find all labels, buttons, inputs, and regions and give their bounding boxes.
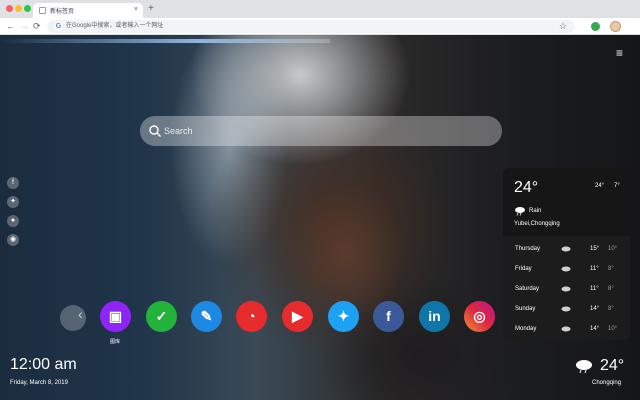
back-button[interactable]: ← (6, 20, 15, 32)
weather-current: 24° 24° 7° Rain Yubei,Chongqing (503, 168, 630, 236)
forecast-low: 8° (608, 286, 614, 292)
tab-title: 新标签页 (50, 9, 75, 15)
extension-icon[interactable] (591, 22, 600, 31)
chevron-left-icon[interactable]: ‹ (78, 305, 83, 323)
app-shortcut-game[interactable]: ◔ (236, 301, 267, 332)
app-shortcut-linkedin[interactable]: in (419, 301, 450, 332)
forecast-high: 11° (590, 286, 599, 292)
address-bar-placeholder: 在Google中搜索，或者输入一个网址 (66, 23, 164, 29)
bottom-weather-temperature: 24° (600, 357, 625, 374)
search-input[interactable] (164, 124, 484, 138)
weather-high: 24° (595, 183, 605, 189)
reload-button[interactable]: ⟳ (33, 20, 41, 32)
tab-new-tab[interactable]: 新标签页 × (33, 3, 143, 18)
weather-location: Yubei,Chongqing (514, 221, 560, 227)
checkmark-icon: ✓ (155, 308, 168, 324)
rain-cloud-icon (561, 306, 571, 312)
weather-widget[interactable]: 24° 24° 7° Rain Yubei,Chongqing Thursday… (503, 168, 630, 340)
profile-avatar[interactable] (610, 21, 621, 32)
rain-cloud-icon (561, 286, 571, 292)
tab-bar: 新标签页 × + (0, 0, 640, 18)
app-shortcut-youtube[interactable]: ▶ (282, 301, 313, 332)
forecast-day: Sunday (515, 306, 536, 312)
hamburger-menu-icon[interactable]: ≡ (616, 47, 623, 59)
new-tab-button[interactable]: + (148, 3, 154, 15)
weather-low: 7° (614, 183, 620, 189)
twitter-icon[interactable]: ✦ (7, 196, 19, 208)
search-bar[interactable] (140, 116, 502, 146)
forecast-day: Friday (515, 266, 532, 272)
new-tab-page: ≡ f ✦ ● ◉ ‹ ▣ 图库 ✓ ✎ ◔ ▶ ✦ f in ◎ › 24° … (0, 35, 640, 400)
rain-cloud-icon (515, 207, 525, 216)
forecast-low: 8° (608, 266, 614, 272)
rain-cloud-icon (561, 246, 571, 252)
app-shortcut-notes[interactable]: ✎ (191, 301, 222, 332)
forecast-low: 10° (608, 246, 618, 252)
gallery-icon: ▣ (108, 308, 123, 324)
background-light-flare (0, 39, 330, 43)
game-icon: ◔ (247, 308, 256, 324)
app-shortcut-tasks[interactable]: ✓ (146, 301, 177, 332)
tab-close-icon[interactable]: × (134, 5, 138, 15)
twitter-bird-icon: ✦ (337, 308, 350, 324)
maximize-window-button[interactable] (24, 5, 31, 12)
rain-cloud-icon (576, 360, 592, 373)
youtube-icon: ▶ (292, 308, 303, 324)
forecast-high: 14° (590, 326, 600, 332)
app-shortcut-gallery[interactable]: ▣ (100, 301, 131, 332)
notes-icon: ✎ (200, 308, 213, 324)
facebook-icon[interactable]: f (7, 177, 19, 189)
google-icon[interactable]: ● (7, 215, 19, 227)
linkedin-icon: in (428, 308, 441, 324)
instagram-icon: ◎ (473, 308, 486, 324)
search-icon[interactable] (148, 124, 162, 138)
app-shortcut-facebook[interactable]: f (373, 301, 404, 332)
weather-temperature: 24° (514, 179, 539, 196)
address-bar[interactable]: G 在Google中搜索，或者输入一个网址 ☆ (47, 20, 575, 33)
weather-condition: Rain (529, 208, 542, 214)
google-icon: G (54, 22, 63, 31)
rain-cloud-icon (561, 326, 571, 332)
reddit-icon[interactable]: ◉ (7, 234, 19, 246)
forward-button[interactable]: → (20, 20, 29, 32)
browser-toolbar: ← → ⟳ G 在Google中搜索，或者输入一个网址 ☆ ⋮ (0, 18, 640, 49)
forecast-day: Monday (515, 326, 537, 332)
app-shortcut-instagram[interactable]: ◎ (464, 301, 495, 332)
forecast-high: 15° (590, 246, 600, 252)
close-window-button[interactable] (6, 5, 13, 12)
forecast-low: 10° (608, 326, 618, 332)
forecast-day: Saturday (515, 286, 540, 292)
facebook-logo-icon: f (386, 308, 391, 324)
app-shortcut-twitter[interactable]: ✦ (328, 301, 359, 332)
bookmark-star-icon[interactable]: ☆ (559, 20, 567, 33)
clock-date: Friday, March 8, 2019 (10, 380, 68, 386)
forecast-day: Thursday (515, 246, 541, 252)
forecast-high: 14° (590, 306, 600, 312)
app-label-gallery: 图库 (109, 339, 120, 345)
forecast-low: 8° (608, 306, 614, 312)
rain-cloud-icon (561, 266, 571, 272)
page-icon (39, 7, 46, 14)
forecast-high: 11° (590, 266, 599, 272)
bottom-weather-city: Chongqing (592, 380, 622, 386)
minimize-window-button[interactable] (15, 5, 22, 12)
clock-time: 12:00 am (10, 356, 77, 373)
